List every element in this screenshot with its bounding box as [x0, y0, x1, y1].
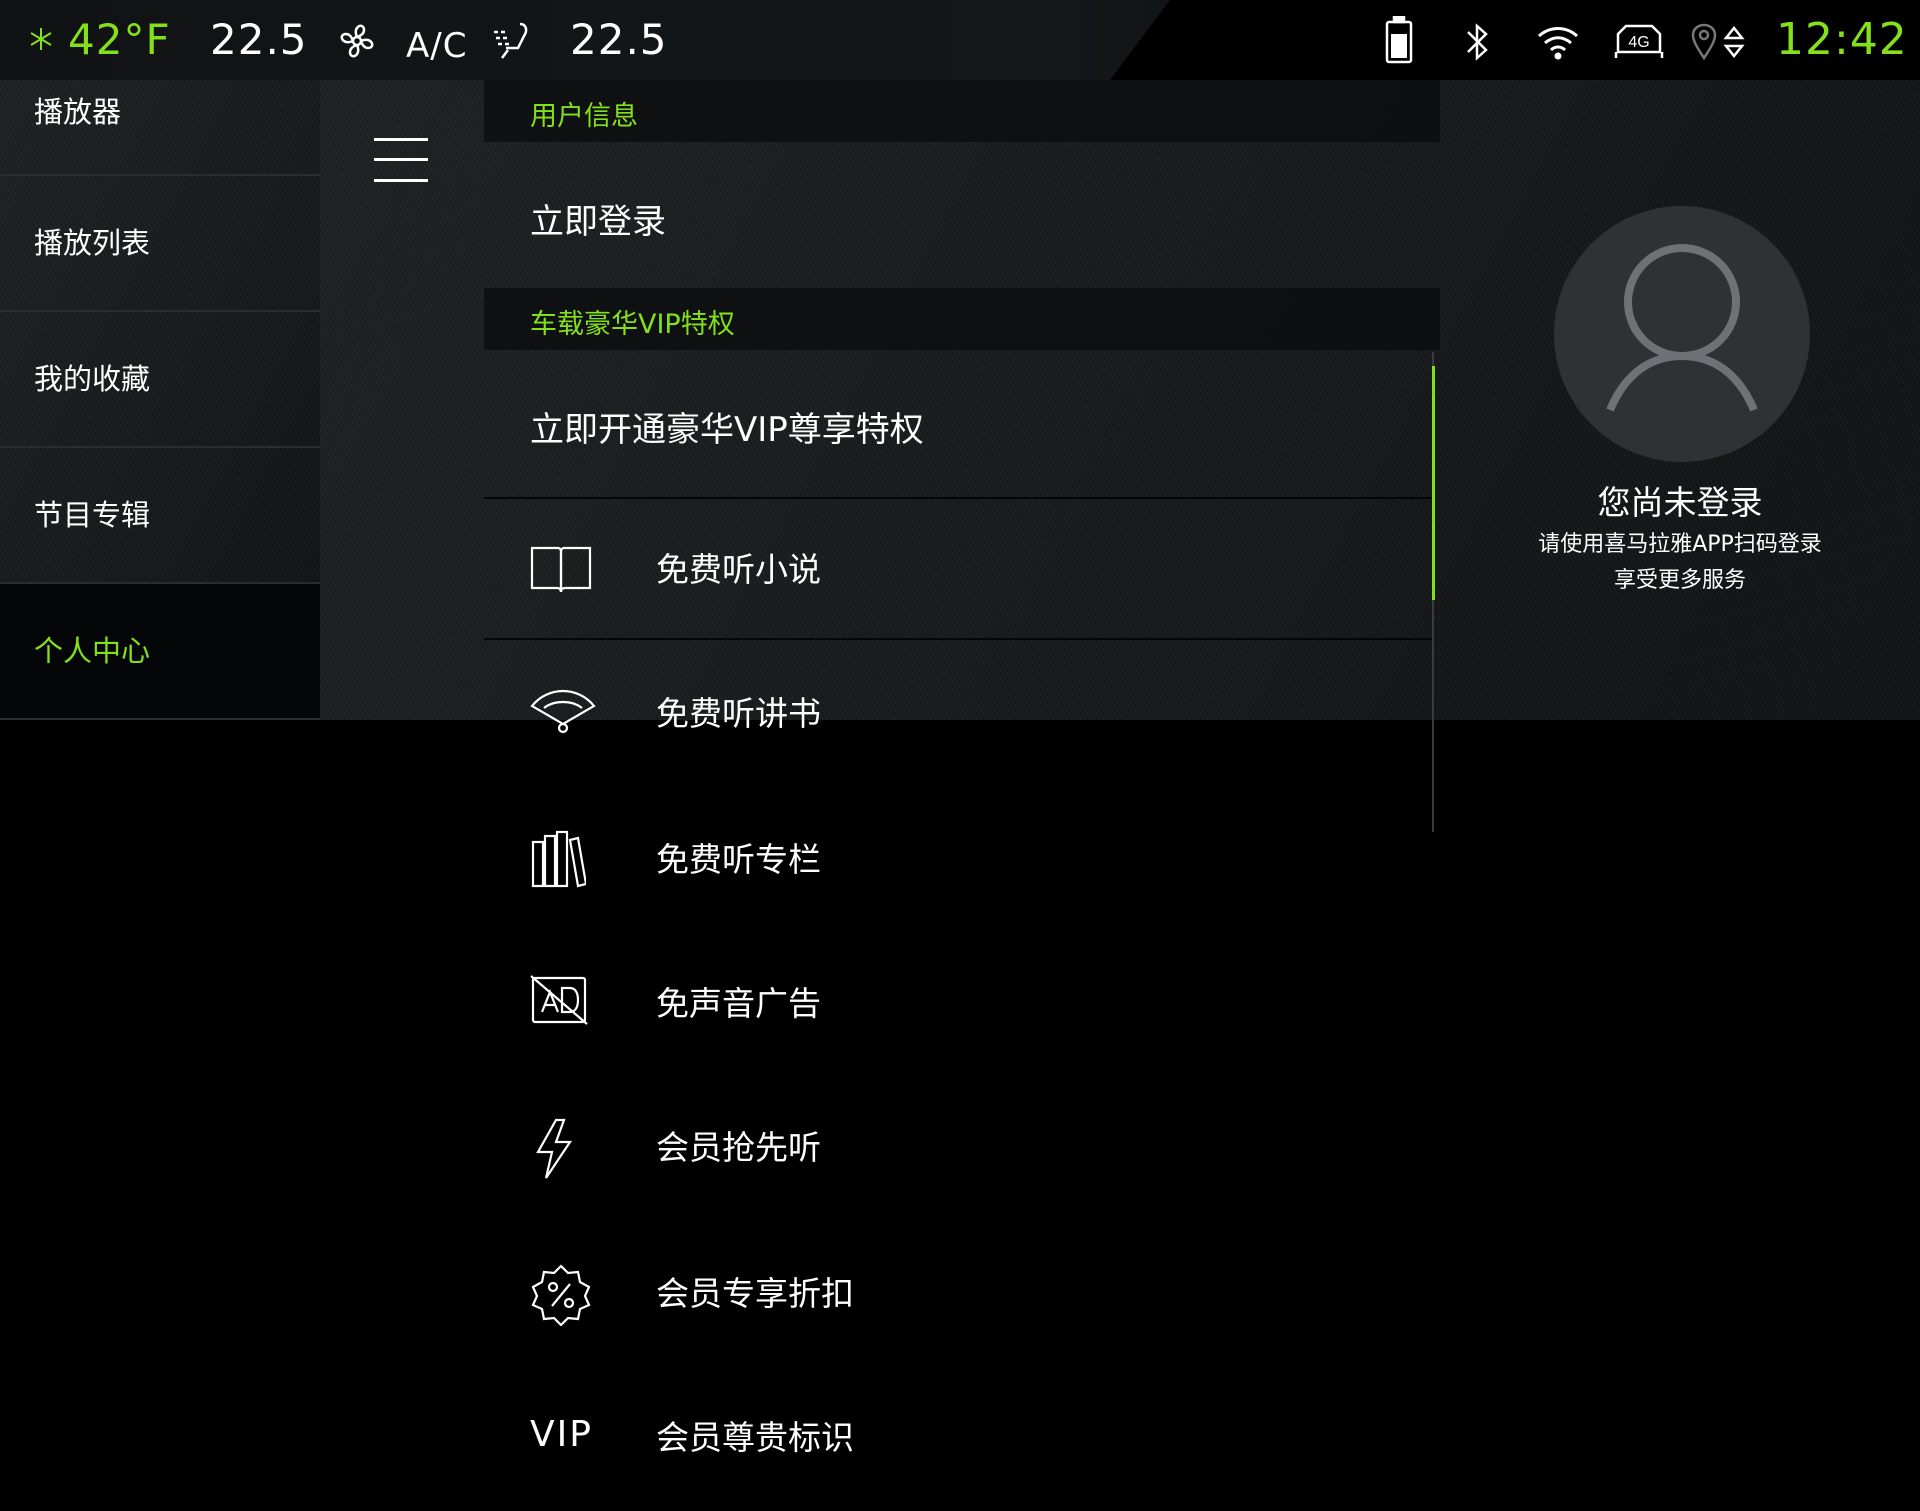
more-services-text: 享受更多服务 — [1613, 568, 1746, 593]
section-title: 用户信息 — [530, 101, 638, 132]
discount-badge-icon — [530, 1264, 592, 1327]
benefit-free-book-talks[interactable]: 免费听讲书 — [530, 640, 1430, 784]
sidebar-item-label: 我的收藏 — [34, 362, 151, 396]
sidebar-item-player[interactable]: 播放器 — [0, 80, 320, 176]
bluetooth-icon — [1464, 22, 1492, 62]
sidebar-item-label: 播放器 — [34, 95, 122, 129]
seat-airflow-icon[interactable] — [490, 18, 538, 64]
sidebar-item-playlist[interactable]: 播放列表 — [0, 176, 320, 312]
cellular-4g-icon: 4G — [1612, 20, 1666, 62]
sidebar-item-label: 节目专辑 — [34, 498, 151, 532]
ac-button[interactable]: A/C — [406, 20, 467, 72]
user-icon — [1606, 244, 1758, 412]
fan-speed-icon[interactable] — [334, 18, 380, 64]
benefit-early-access[interactable]: 会员抢先听 — [530, 1074, 1430, 1218]
section-header-user-info: 用户信息 — [484, 80, 1440, 142]
benefit-free-columns[interactable]: 免费听专栏 — [530, 786, 1430, 930]
wifi-icon — [1536, 24, 1580, 60]
menu-icon[interactable] — [374, 138, 428, 182]
driver-temp[interactable]: 22.5 — [210, 14, 308, 66]
scrollbar-thumb[interactable] — [1432, 366, 1435, 600]
benefit-no-audio-ads[interactable]: 免声音广告 — [530, 930, 1430, 1074]
svg-text:4G: 4G — [1628, 34, 1649, 51]
scan-hint-text: 请使用喜马拉雅APP扫码登录 — [1538, 532, 1822, 557]
clock: 12:42 — [1776, 14, 1908, 65]
sidebar: 播放器 播放列表 我的收藏 节目专辑 个人中心 — [0, 80, 320, 720]
section-header-vip: 车载豪华VIP特权 — [484, 288, 1440, 350]
benefit-member-badge[interactable]: VIP 会员尊贵标识 — [530, 1364, 1430, 1508]
section-title: 车载豪华VIP特权 — [530, 309, 735, 340]
benefit-label: 免费听讲书 — [656, 694, 821, 733]
benefit-label: 会员尊贵标识 — [656, 1418, 854, 1457]
benefit-label: 会员抢先听 — [656, 1128, 821, 1167]
benefit-label: 免声音广告 — [656, 984, 821, 1023]
no-ad-icon — [530, 974, 592, 1036]
login-now-button[interactable]: 立即登录 — [530, 194, 666, 243]
benefit-label: 免费听专栏 — [656, 840, 821, 879]
battery-icon — [1384, 16, 1414, 64]
passenger-temp[interactable]: 22.5 — [570, 14, 668, 66]
open-vip-button[interactable]: 立即开通豪华VIP尊享特权 — [530, 402, 924, 451]
sidebar-item-favorites[interactable]: 我的收藏 — [0, 312, 320, 448]
location-icon — [1690, 22, 1718, 62]
book-icon — [530, 540, 592, 602]
snowflake-icon — [28, 26, 54, 52]
sidebar-item-label: 播放列表 — [34, 226, 151, 260]
vip-text-icon: VIP — [530, 1414, 593, 1455]
benefit-member-discount[interactable]: 会员专享折扣 — [530, 1220, 1430, 1364]
avatar[interactable] — [1554, 206, 1810, 462]
sidebar-item-albums[interactable]: 节目专辑 — [0, 448, 320, 584]
sidebar-item-personal-center[interactable]: 个人中心 — [0, 584, 320, 720]
not-logged-in-text: 您尚未登录 — [1597, 483, 1763, 522]
data-transfer-icon — [1722, 24, 1746, 60]
outside-temp: 42°F — [68, 15, 171, 64]
benefit-label: 免费听小说 — [656, 550, 821, 589]
benefit-label: 会员专享折扣 — [656, 1274, 854, 1313]
bookshelf-icon — [530, 830, 592, 892]
lightning-icon — [530, 1118, 592, 1180]
benefit-free-novels[interactable]: 免费听小说 — [530, 496, 1430, 640]
sidebar-item-label: 个人中心 — [34, 634, 151, 668]
status-bar: 42°F 22.5 A/C 22.5 4G 12:42 — [0, 0, 1920, 80]
fan-icon — [530, 684, 596, 746]
